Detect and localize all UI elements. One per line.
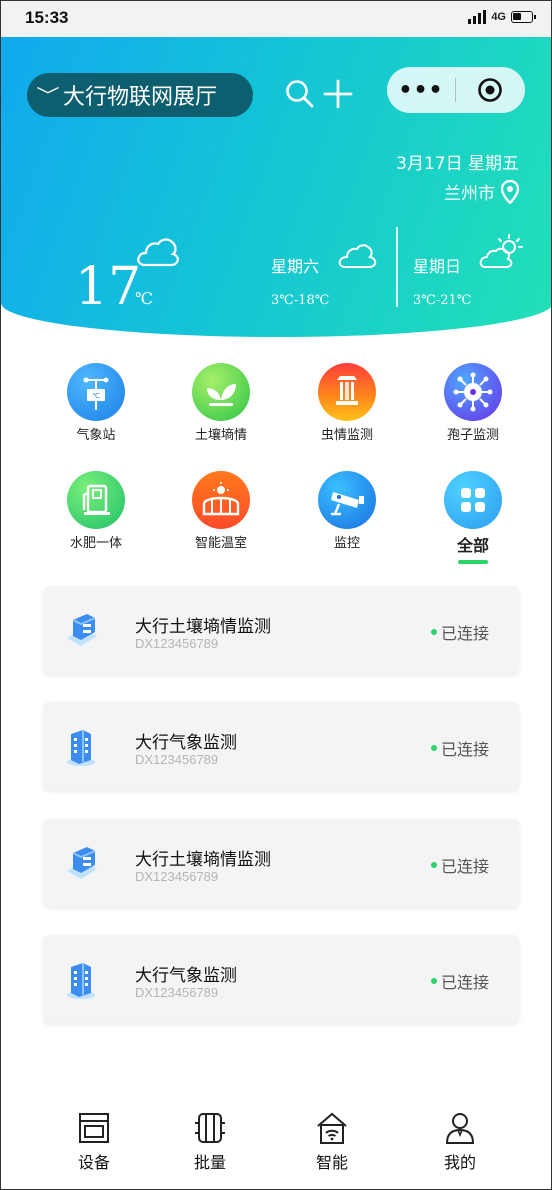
category-label: 水肥一体	[69, 536, 122, 551]
tab-label: 我的	[443, 1153, 476, 1172]
forecast-day-2: 星期日	[413, 257, 462, 276]
category-label: 虫情监测	[320, 428, 373, 443]
device-card[interactable]: 大行气象监测 DX123456789 已连接	[43, 702, 519, 790]
user-icon	[445, 1113, 475, 1144]
greenhouse-icon	[192, 471, 250, 529]
tab-label: 设备	[77, 1153, 110, 1172]
device-id: DX123456789	[135, 636, 219, 651]
category-spore-monitor[interactable]: 孢子监测	[423, 363, 523, 443]
category-water-fertilizer[interactable]: 水肥一体	[46, 471, 146, 551]
status-dot	[430, 745, 437, 751]
date-text: 3月17日 星期五	[396, 154, 519, 174]
category-label: 气象站	[76, 428, 116, 443]
location-selector[interactable]: ﹀ 大行物联网展厅	[27, 73, 253, 117]
status-badge: 已连接	[430, 853, 489, 877]
camera-icon	[318, 471, 376, 529]
forecast-divider	[396, 227, 398, 307]
tab-label: 智能	[315, 1153, 348, 1172]
device-card[interactable]: 大行气象监测 DX123456789 已连接	[43, 935, 519, 1023]
add-icon[interactable]	[321, 77, 357, 113]
partly-sunny-icon	[479, 234, 523, 268]
sprout-icon	[192, 363, 250, 421]
spore-icon	[444, 363, 502, 421]
device-name: 大行土壤墒情监测	[135, 850, 271, 870]
category-label: 孢子监测	[446, 428, 499, 443]
status-text: 已连接	[440, 857, 489, 876]
tab-devices[interactable]: 设备	[49, 1111, 139, 1173]
bottom-tab-bar: 设备 批量 智能 我的	[1, 1101, 551, 1189]
status-badge: 已连接	[430, 969, 489, 993]
category-label-active: 全部	[456, 536, 489, 555]
soil-device-icon	[67, 614, 97, 646]
weather-station-icon: ℃	[67, 363, 125, 421]
status-dot	[430, 862, 437, 868]
city-row: 兰州市	[444, 179, 519, 204]
category-soil-moisture[interactable]: 土壤墒情	[171, 363, 271, 443]
location-pin-icon	[501, 179, 519, 204]
device-id: DX123456789	[135, 869, 219, 884]
tab-batch[interactable]: 批量	[165, 1111, 255, 1173]
device-id: DX123456789	[135, 985, 219, 1000]
current-temperature: 17	[75, 257, 142, 317]
device-card[interactable]: 大行土壤墒情监测 DX123456789 已连接	[43, 586, 519, 674]
device-id: DX123456789	[135, 752, 219, 767]
category-camera[interactable]: 监控	[297, 471, 397, 551]
weather-header: ﹀ 大行物联网展厅 ••• 3月17日 星期五 兰州市 17 ℃ 星期六 3℃-…	[1, 37, 551, 337]
status-dot	[430, 978, 437, 984]
app-frame: 15:33 4G ﹀ 大行物联网展厅 ••• 3月17日 星期五 兰州市 17 …	[0, 0, 552, 1190]
category-weather-station[interactable]: ℃ 气象站	[46, 363, 146, 443]
status-text: 已连接	[440, 740, 489, 759]
status-text: 已连接	[440, 973, 489, 992]
signal-icon	[468, 10, 487, 24]
device-name: 大行土壤墒情监测	[135, 617, 271, 637]
forecast-day-1: 星期六	[271, 257, 320, 276]
tab-smart[interactable]: 智能	[287, 1111, 377, 1173]
status-indicators: 4G	[468, 10, 536, 24]
category-smart-greenhouse[interactable]: 智能温室	[171, 471, 271, 551]
network-type: 4G	[491, 11, 506, 23]
status-time: 15:33	[25, 8, 69, 27]
cloudy-icon	[338, 244, 377, 268]
batch-icon	[195, 1113, 225, 1143]
active-tab-indicator	[458, 560, 488, 564]
category-label: 土壤墒情	[194, 428, 247, 443]
close-target-icon[interactable]	[456, 77, 524, 103]
weather-device-icon	[67, 963, 95, 999]
grid-icon	[444, 471, 502, 529]
svg-text:℃: ℃	[92, 392, 100, 400]
device-name: 大行气象监测	[135, 966, 237, 986]
category-insect-monitor[interactable]: 虫情监测	[297, 363, 397, 443]
more-icon[interactable]: •••	[387, 78, 455, 103]
temperature-unit: ℃	[135, 289, 153, 308]
chevron-down-icon: ﹀	[36, 86, 60, 107]
device-name: 大行气象监测	[135, 733, 237, 753]
soil-device-icon	[67, 847, 97, 879]
category-label: 智能温室	[194, 536, 247, 551]
city-name: 兰州市	[444, 184, 495, 204]
fertilizer-machine-icon	[67, 471, 125, 529]
smart-home-icon	[317, 1112, 347, 1144]
battery-icon	[511, 11, 536, 23]
forecast-range-1: 3℃-18℃	[271, 293, 330, 308]
tab-mine[interactable]: 我的	[415, 1111, 505, 1173]
category-label: 监控	[333, 536, 360, 551]
status-bar: 15:33 4G	[1, 1, 551, 37]
insect-lamp-icon	[318, 363, 376, 421]
forecast-range-2: 3℃-21℃	[413, 293, 472, 308]
location-name: 大行物联网展厅	[63, 85, 218, 110]
device-icon	[79, 1113, 109, 1143]
tab-label: 批量	[193, 1153, 226, 1172]
status-badge: 已连接	[430, 620, 489, 644]
mini-program-capsule: •••	[387, 67, 525, 113]
search-icon[interactable]	[283, 77, 319, 113]
device-card[interactable]: 大行土壤墒情监测 DX123456789 已连接	[43, 819, 519, 907]
status-dot	[430, 629, 437, 635]
status-text: 已连接	[440, 624, 489, 643]
status-badge: 已连接	[430, 736, 489, 760]
cloudy-icon	[137, 238, 179, 267]
weather-device-icon	[67, 730, 95, 766]
category-all[interactable]: 全部	[423, 471, 523, 564]
